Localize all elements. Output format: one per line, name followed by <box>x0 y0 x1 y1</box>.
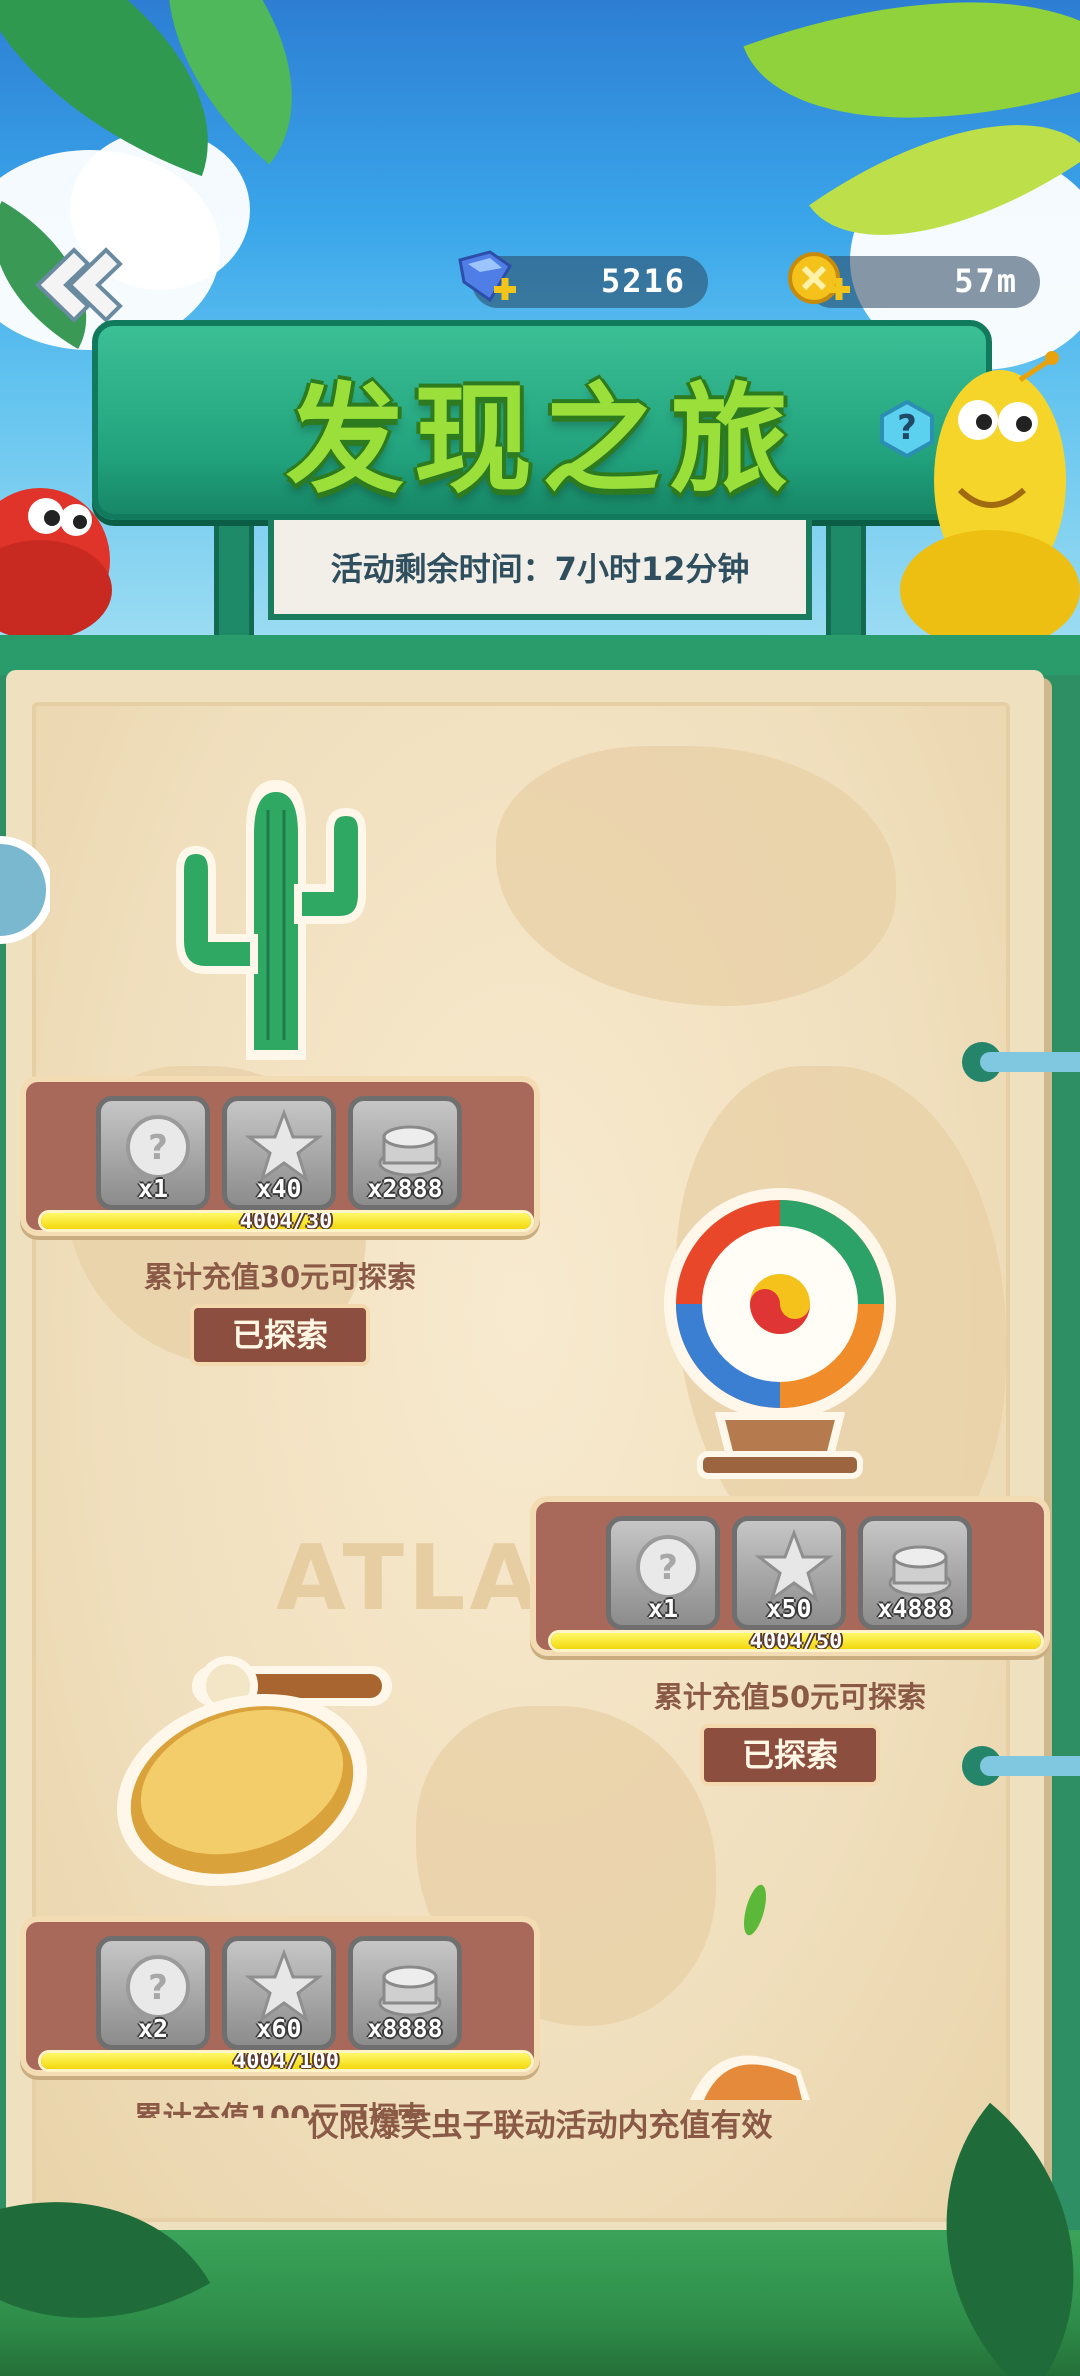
map-continent <box>496 746 896 1006</box>
side-compass-decoration <box>0 836 50 944</box>
reward-tray: ? x2 x60 x8888 4004/100 <box>20 1916 540 2076</box>
falling-leaf-decoration <box>744 1884 766 1936</box>
gem-add-icon[interactable] <box>450 248 520 312</box>
explored-button[interactable]: 已探索 <box>700 1724 880 1786</box>
reward-slot-orb[interactable]: ? x2 <box>96 1936 210 2050</box>
progress-bar: 4004/50 <box>548 1630 1044 1652</box>
reward-qty: x1 <box>647 1594 679 1623</box>
reward-slot-orb[interactable]: ? x1 <box>606 1516 720 1630</box>
coin-amount: 57m <box>954 262 1018 300</box>
cactus-explore-item[interactable] <box>156 770 396 1070</box>
back-button[interactable] <box>28 240 128 330</box>
coin-counter: 57m <box>788 252 1040 308</box>
reward-slot-star[interactable]: x60 <box>222 1936 336 2050</box>
reward-qty: x1 <box>137 1174 169 1203</box>
gem-amount: 5216 <box>600 262 686 300</box>
scroll-ring-decoration <box>962 1746 1080 1786</box>
partial-item-peek <box>690 2055 810 2100</box>
reward-slot-coins[interactable]: x8888 <box>348 1936 462 2050</box>
reward-qty: x2 <box>137 2014 169 2043</box>
double-chevron-left-icon <box>35 247 123 323</box>
reward-qty: x2888 <box>367 1174 443 1203</box>
gong-explore-item[interactable] <box>112 1640 422 1890</box>
progress-bar: 4004/30 <box>38 1210 534 1232</box>
reward-tray: ? x1 x50 x4888 4004/50 <box>530 1496 1050 1656</box>
title-signboard: 发现之旅 <box>92 320 992 520</box>
recharge-notice: 仅限爆笑虫子联动活动内充值有效 <box>307 2108 773 2144</box>
reward-slot-star[interactable]: x40 <box>222 1096 336 1210</box>
reward-qty: x8888 <box>367 2014 443 2043</box>
progress-text: 4004/100 <box>233 2050 339 2072</box>
progress-text: 4004/30 <box>239 1210 333 1232</box>
panel-top-band <box>0 635 1080 675</box>
svg-text:?: ? <box>148 1128 168 1168</box>
reward-qty: x60 <box>256 2014 302 2043</box>
compass-wheel-explore-item[interactable] <box>660 1186 900 1486</box>
explored-button[interactable]: 已探索 <box>190 1304 370 1366</box>
reward-slot-orb[interactable]: ? x1 <box>96 1096 210 1210</box>
red-larva-character <box>0 488 112 640</box>
reward-slot-star[interactable]: x50 <box>732 1516 846 1630</box>
reward-slot-coins[interactable]: x4888 <box>858 1516 972 1630</box>
progress-text: 4004/50 <box>749 1630 843 1652</box>
reward-qty: x4888 <box>877 1594 953 1623</box>
reward-tray: ? x1 x40 x2888 4004/30 <box>20 1076 540 1236</box>
reward-qty: x50 <box>766 1594 812 1623</box>
yellow-larva-character <box>900 351 1080 640</box>
progress-bar: 4004/100 <box>38 2050 534 2072</box>
event-timer-plate: 活动剩余时间：7小时12分钟 <box>268 520 812 620</box>
gem-counter: 5216 <box>458 250 708 308</box>
event-timer-text: 活动剩余时间：7小时12分钟 <box>330 550 750 588</box>
reward-qty: x40 <box>256 1174 302 1203</box>
svg-text:?: ? <box>658 1548 678 1588</box>
page-title: 发现之旅 <box>285 371 798 509</box>
coin-add-icon[interactable] <box>784 248 854 312</box>
scroll-ring-decoration <box>962 1042 1080 1082</box>
requirement-text: 累计充值30元可探索 <box>143 1260 417 1294</box>
reward-slot-coins[interactable]: x2888 <box>348 1096 462 1210</box>
requirement-text: 累计充值50元可探索 <box>653 1680 927 1714</box>
svg-text:?: ? <box>148 1968 168 2008</box>
bottom-scene <box>0 2102 1080 2376</box>
